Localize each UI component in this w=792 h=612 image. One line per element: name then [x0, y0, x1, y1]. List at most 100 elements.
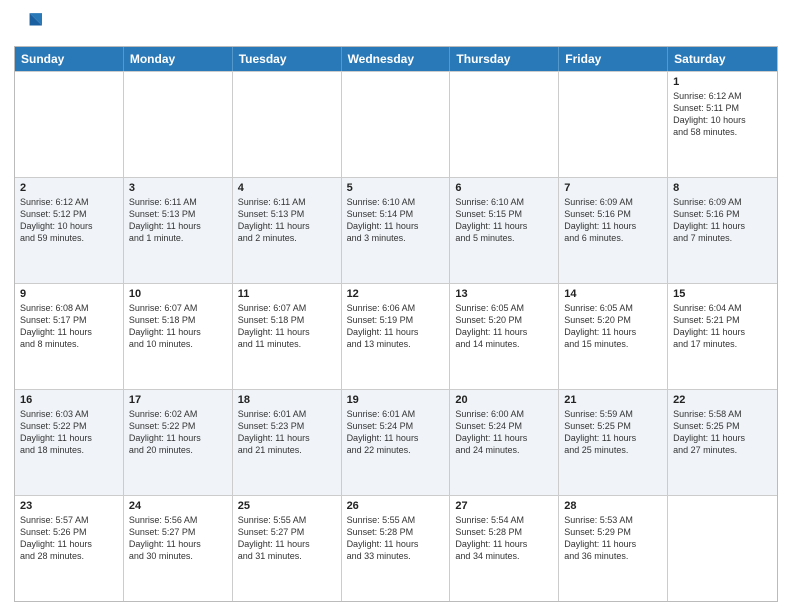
day-info: Sunrise: 6:10 AM Sunset: 5:15 PM Dayligh…	[455, 196, 553, 245]
calendar-header: SundayMondayTuesdayWednesdayThursdayFrid…	[15, 47, 777, 71]
day-info: Sunrise: 6:07 AM Sunset: 5:18 PM Dayligh…	[238, 302, 336, 351]
cal-week-0: 1 Sunrise: 6:12 AM Sunset: 5:11 PM Daylig…	[15, 71, 777, 177]
cal-cell: 22 Sunrise: 5:58 AM Sunset: 5:25 PM Dayli…	[668, 390, 777, 495]
cal-header-wednesday: Wednesday	[342, 47, 451, 71]
day-info: Sunrise: 6:00 AM Sunset: 5:24 PM Dayligh…	[455, 408, 553, 457]
cal-cell: 9Sunrise: 6:08 AM Sunset: 5:17 PM Daylig…	[15, 284, 124, 389]
day-number: 18	[238, 394, 336, 406]
cal-cell	[15, 72, 124, 177]
header	[14, 10, 778, 38]
day-info: Sunrise: 5:54 AM Sunset: 5:28 PM Dayligh…	[455, 514, 553, 563]
day-info: Sunrise: 6:07 AM Sunset: 5:18 PM Dayligh…	[129, 302, 227, 351]
cal-cell: 27 Sunrise: 5:54 AM Sunset: 5:28 PM Dayli…	[450, 496, 559, 601]
day-number: 28	[564, 500, 662, 512]
day-number: 11	[238, 288, 336, 300]
day-info: Sunrise: 6:02 AM Sunset: 5:22 PM Dayligh…	[129, 408, 227, 457]
day-info: Sunrise: 6:04 AM Sunset: 5:21 PM Dayligh…	[673, 302, 772, 351]
day-info: Sunrise: 5:53 AM Sunset: 5:29 PM Dayligh…	[564, 514, 662, 563]
logo-icon	[14, 10, 42, 38]
day-number: 6	[455, 182, 553, 194]
cal-cell: 28 Sunrise: 5:53 AM Sunset: 5:29 PM Dayli…	[559, 496, 668, 601]
cal-cell: 18 Sunrise: 6:01 AM Sunset: 5:23 PM Dayli…	[233, 390, 342, 495]
cal-week-3: 16 Sunrise: 6:03 AM Sunset: 5:22 PM Dayli…	[15, 389, 777, 495]
page: SundayMondayTuesdayWednesdayThursdayFrid…	[0, 0, 792, 612]
day-info: Sunrise: 6:12 AM Sunset: 5:11 PM Dayligh…	[673, 90, 772, 139]
day-number: 23	[20, 500, 118, 512]
day-info: Sunrise: 5:55 AM Sunset: 5:27 PM Dayligh…	[238, 514, 336, 563]
day-info: Sunrise: 6:11 AM Sunset: 5:13 PM Dayligh…	[238, 196, 336, 245]
day-info: Sunrise: 6:09 AM Sunset: 5:16 PM Dayligh…	[673, 196, 772, 245]
cal-cell: 12 Sunrise: 6:06 AM Sunset: 5:19 PM Dayli…	[342, 284, 451, 389]
day-number: 13	[455, 288, 553, 300]
day-info: Sunrise: 6:06 AM Sunset: 5:19 PM Dayligh…	[347, 302, 445, 351]
day-info: Sunrise: 6:01 AM Sunset: 5:23 PM Dayligh…	[238, 408, 336, 457]
day-number: 20	[455, 394, 553, 406]
cal-cell: 25 Sunrise: 5:55 AM Sunset: 5:27 PM Dayli…	[233, 496, 342, 601]
cal-cell	[450, 72, 559, 177]
day-number: 7	[564, 182, 662, 194]
day-number: 15	[673, 288, 772, 300]
logo	[14, 10, 46, 38]
day-info: Sunrise: 6:01 AM Sunset: 5:24 PM Dayligh…	[347, 408, 445, 457]
day-number: 3	[129, 182, 227, 194]
day-info: Sunrise: 5:57 AM Sunset: 5:26 PM Dayligh…	[20, 514, 118, 563]
day-number: 21	[564, 394, 662, 406]
day-info: Sunrise: 6:03 AM Sunset: 5:22 PM Dayligh…	[20, 408, 118, 457]
cal-cell: 11 Sunrise: 6:07 AM Sunset: 5:18 PM Dayli…	[233, 284, 342, 389]
cal-cell	[342, 72, 451, 177]
day-number: 26	[347, 500, 445, 512]
day-info: Sunrise: 6:09 AM Sunset: 5:16 PM Dayligh…	[564, 196, 662, 245]
cal-cell: 5 Sunrise: 6:10 AM Sunset: 5:14 PM Daylig…	[342, 178, 451, 283]
day-number: 12	[347, 288, 445, 300]
day-info: Sunrise: 6:11 AM Sunset: 5:13 PM Dayligh…	[129, 196, 227, 245]
day-info: Sunrise: 5:58 AM Sunset: 5:25 PM Dayligh…	[673, 408, 772, 457]
day-number: 1	[673, 76, 772, 88]
cal-week-1: 2 Sunrise: 6:12 AM Sunset: 5:12 PM Daylig…	[15, 177, 777, 283]
cal-cell: 8 Sunrise: 6:09 AM Sunset: 5:16 PM Daylig…	[668, 178, 777, 283]
day-number: 9	[20, 288, 118, 300]
day-number: 27	[455, 500, 553, 512]
cal-cell: 1 Sunrise: 6:12 AM Sunset: 5:11 PM Daylig…	[668, 72, 777, 177]
cal-cell: 15 Sunrise: 6:04 AM Sunset: 5:21 PM Dayli…	[668, 284, 777, 389]
cal-cell: 14 Sunrise: 6:05 AM Sunset: 5:20 PM Dayli…	[559, 284, 668, 389]
cal-cell	[124, 72, 233, 177]
calendar: SundayMondayTuesdayWednesdayThursdayFrid…	[14, 46, 778, 602]
day-info: Sunrise: 6:10 AM Sunset: 5:14 PM Dayligh…	[347, 196, 445, 245]
day-number: 14	[564, 288, 662, 300]
day-number: 2	[20, 182, 118, 194]
cal-cell: 17Sunrise: 6:02 AM Sunset: 5:22 PM Dayli…	[124, 390, 233, 495]
day-number: 4	[238, 182, 336, 194]
day-info: Sunrise: 5:56 AM Sunset: 5:27 PM Dayligh…	[129, 514, 227, 563]
cal-cell: 21 Sunrise: 5:59 AM Sunset: 5:25 PM Dayli…	[559, 390, 668, 495]
cal-cell: 2 Sunrise: 6:12 AM Sunset: 5:12 PM Daylig…	[15, 178, 124, 283]
cal-cell: 7 Sunrise: 6:09 AM Sunset: 5:16 PM Daylig…	[559, 178, 668, 283]
cal-header-sunday: Sunday	[15, 47, 124, 71]
day-number: 24	[129, 500, 227, 512]
cal-header-tuesday: Tuesday	[233, 47, 342, 71]
cal-cell: 6 Sunrise: 6:10 AM Sunset: 5:15 PM Daylig…	[450, 178, 559, 283]
cal-cell: 4 Sunrise: 6:11 AM Sunset: 5:13 PM Daylig…	[233, 178, 342, 283]
day-number: 19	[347, 394, 445, 406]
day-info: Sunrise: 5:59 AM Sunset: 5:25 PM Dayligh…	[564, 408, 662, 457]
day-number: 16	[20, 394, 118, 406]
cal-cell: 16 Sunrise: 6:03 AM Sunset: 5:22 PM Dayli…	[15, 390, 124, 495]
cal-cell: 13Sunrise: 6:05 AM Sunset: 5:20 PM Dayli…	[450, 284, 559, 389]
day-number: 22	[673, 394, 772, 406]
cal-cell	[233, 72, 342, 177]
day-number: 8	[673, 182, 772, 194]
day-info: Sunrise: 6:05 AM Sunset: 5:20 PM Dayligh…	[564, 302, 662, 351]
day-info: Sunrise: 6:12 AM Sunset: 5:12 PM Dayligh…	[20, 196, 118, 245]
cal-cell: 3 Sunrise: 6:11 AM Sunset: 5:13 PM Daylig…	[124, 178, 233, 283]
cal-header-friday: Friday	[559, 47, 668, 71]
cal-header-monday: Monday	[124, 47, 233, 71]
cal-header-saturday: Saturday	[668, 47, 777, 71]
cal-cell: 20 Sunrise: 6:00 AM Sunset: 5:24 PM Dayli…	[450, 390, 559, 495]
cal-header-thursday: Thursday	[450, 47, 559, 71]
day-number: 5	[347, 182, 445, 194]
cal-cell: 10Sunrise: 6:07 AM Sunset: 5:18 PM Dayli…	[124, 284, 233, 389]
cal-cell: 23 Sunrise: 5:57 AM Sunset: 5:26 PM Dayli…	[15, 496, 124, 601]
cal-cell	[559, 72, 668, 177]
day-number: 25	[238, 500, 336, 512]
day-info: Sunrise: 5:55 AM Sunset: 5:28 PM Dayligh…	[347, 514, 445, 563]
cal-cell	[668, 496, 777, 601]
